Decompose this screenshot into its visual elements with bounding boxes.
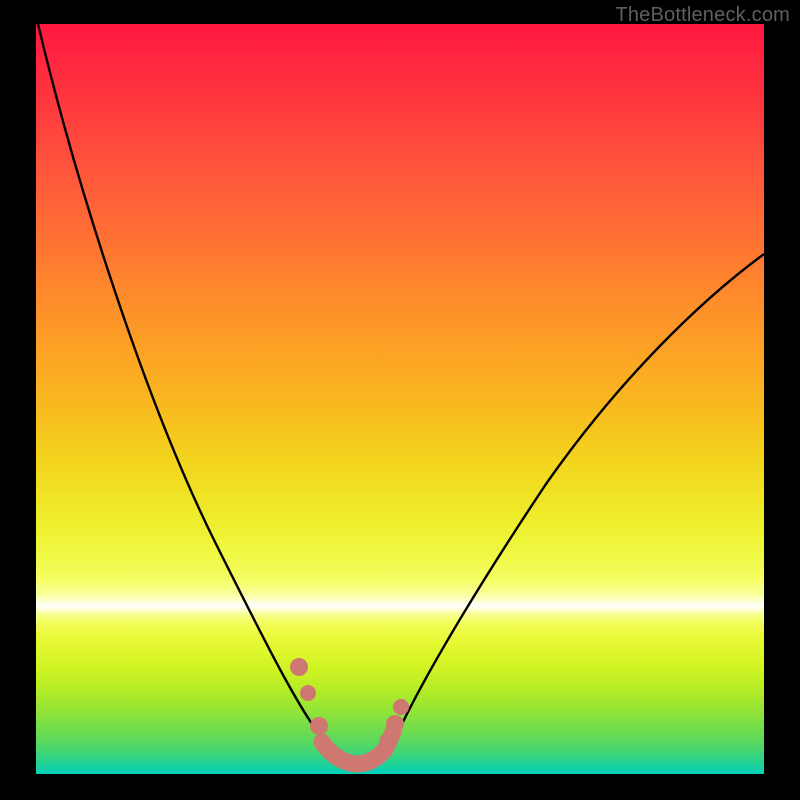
marker-dot xyxy=(379,733,397,751)
bottleneck-curve xyxy=(38,24,764,761)
plot-area xyxy=(36,24,764,774)
chart-frame: TheBottleneck.com xyxy=(0,0,800,800)
marker-dot xyxy=(290,658,308,676)
marker-group xyxy=(290,658,409,764)
curve-layer xyxy=(36,24,764,774)
marker-dot xyxy=(300,685,316,701)
marker-dot xyxy=(386,715,404,733)
marker-dot xyxy=(393,699,409,715)
marker-dot xyxy=(310,717,328,735)
